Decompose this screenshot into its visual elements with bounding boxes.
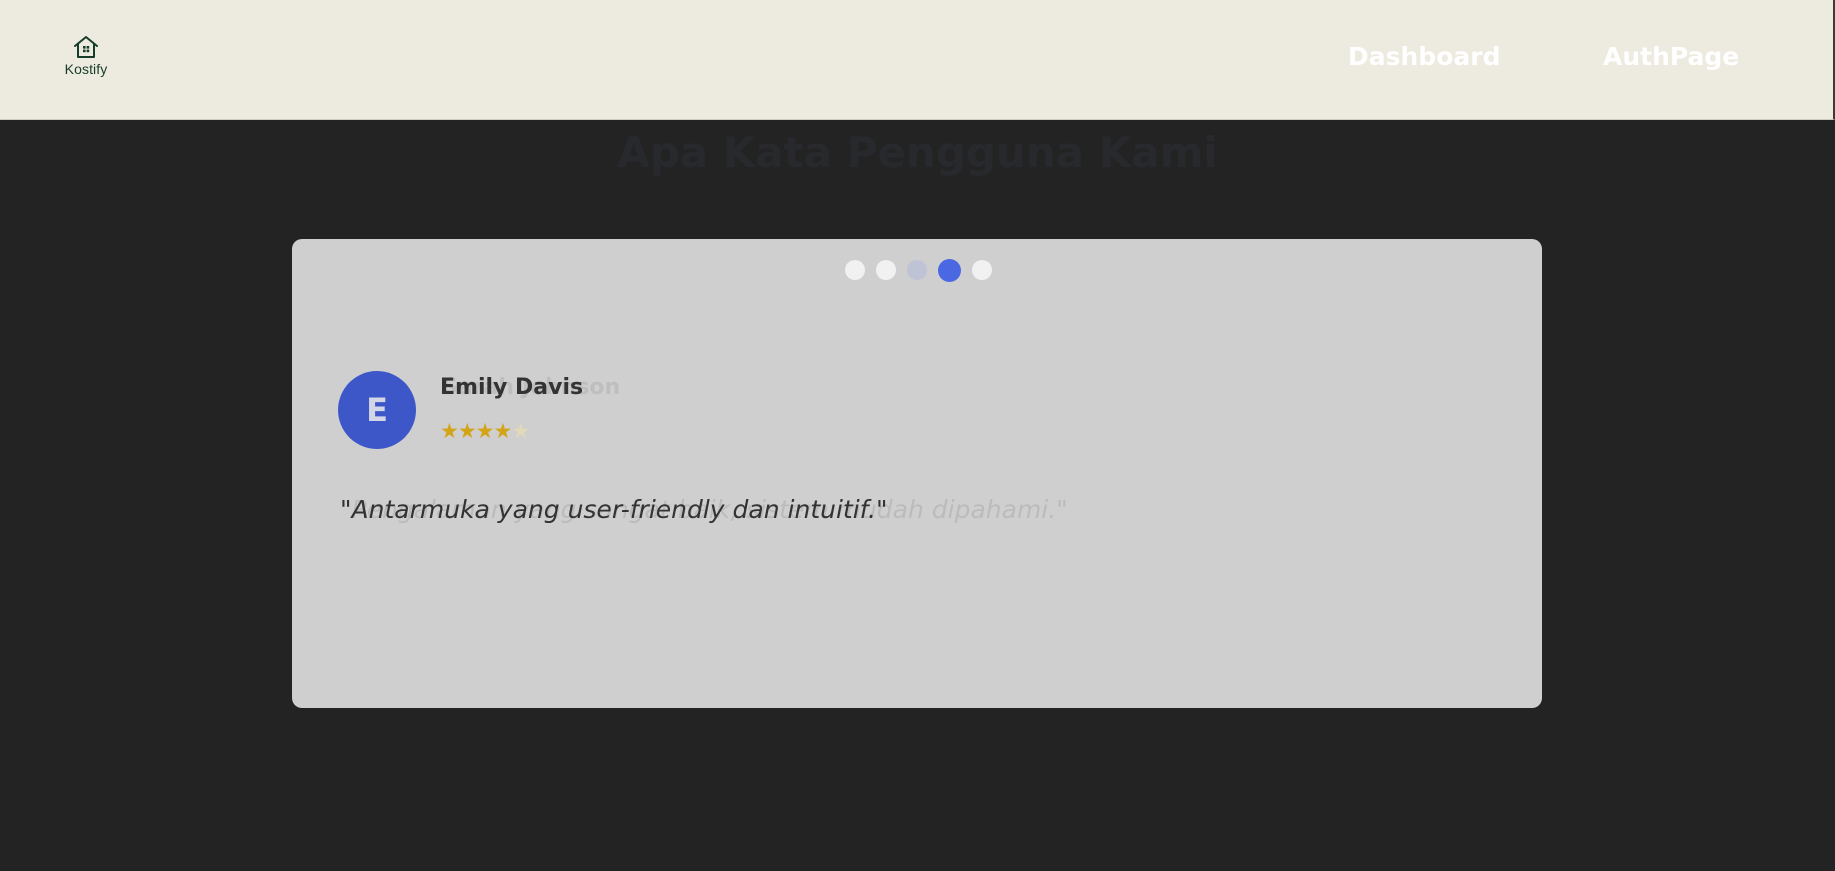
section-title: Apa Kata Pengguna Kami [617,128,1218,177]
carousel-dot-2[interactable] [876,260,896,280]
reviewer-name: Emily Davis [440,375,584,400]
carousel-dot-1[interactable] [845,260,865,280]
carousel-dots [845,259,1003,282]
nav-link-dashboard[interactable]: Dashboard [1348,42,1500,71]
empty-star: ★ [511,419,530,443]
house-icon [72,35,100,59]
carousel-dot-4-active[interactable] [938,259,961,282]
testimonial-quote: "Antarmuka yang user-friendly dan intuit… [340,495,888,524]
navbar: Kostify Dashboard AuthPage [0,0,1835,120]
testimonial-card: E Sarah Johnson Emily Davis ★★★★★ "Penga… [292,239,1542,708]
filled-stars: ★★★★ [440,419,512,443]
logo-text: Kostify [64,61,108,77]
star-rating: ★★★★★ [440,419,530,443]
carousel-dot-5[interactable] [972,260,992,280]
nav-link-authpage[interactable]: AuthPage [1603,42,1739,71]
logo[interactable]: Kostify [58,35,114,81]
carousel-dot-3[interactable] [907,260,927,280]
avatar: E [338,371,416,449]
